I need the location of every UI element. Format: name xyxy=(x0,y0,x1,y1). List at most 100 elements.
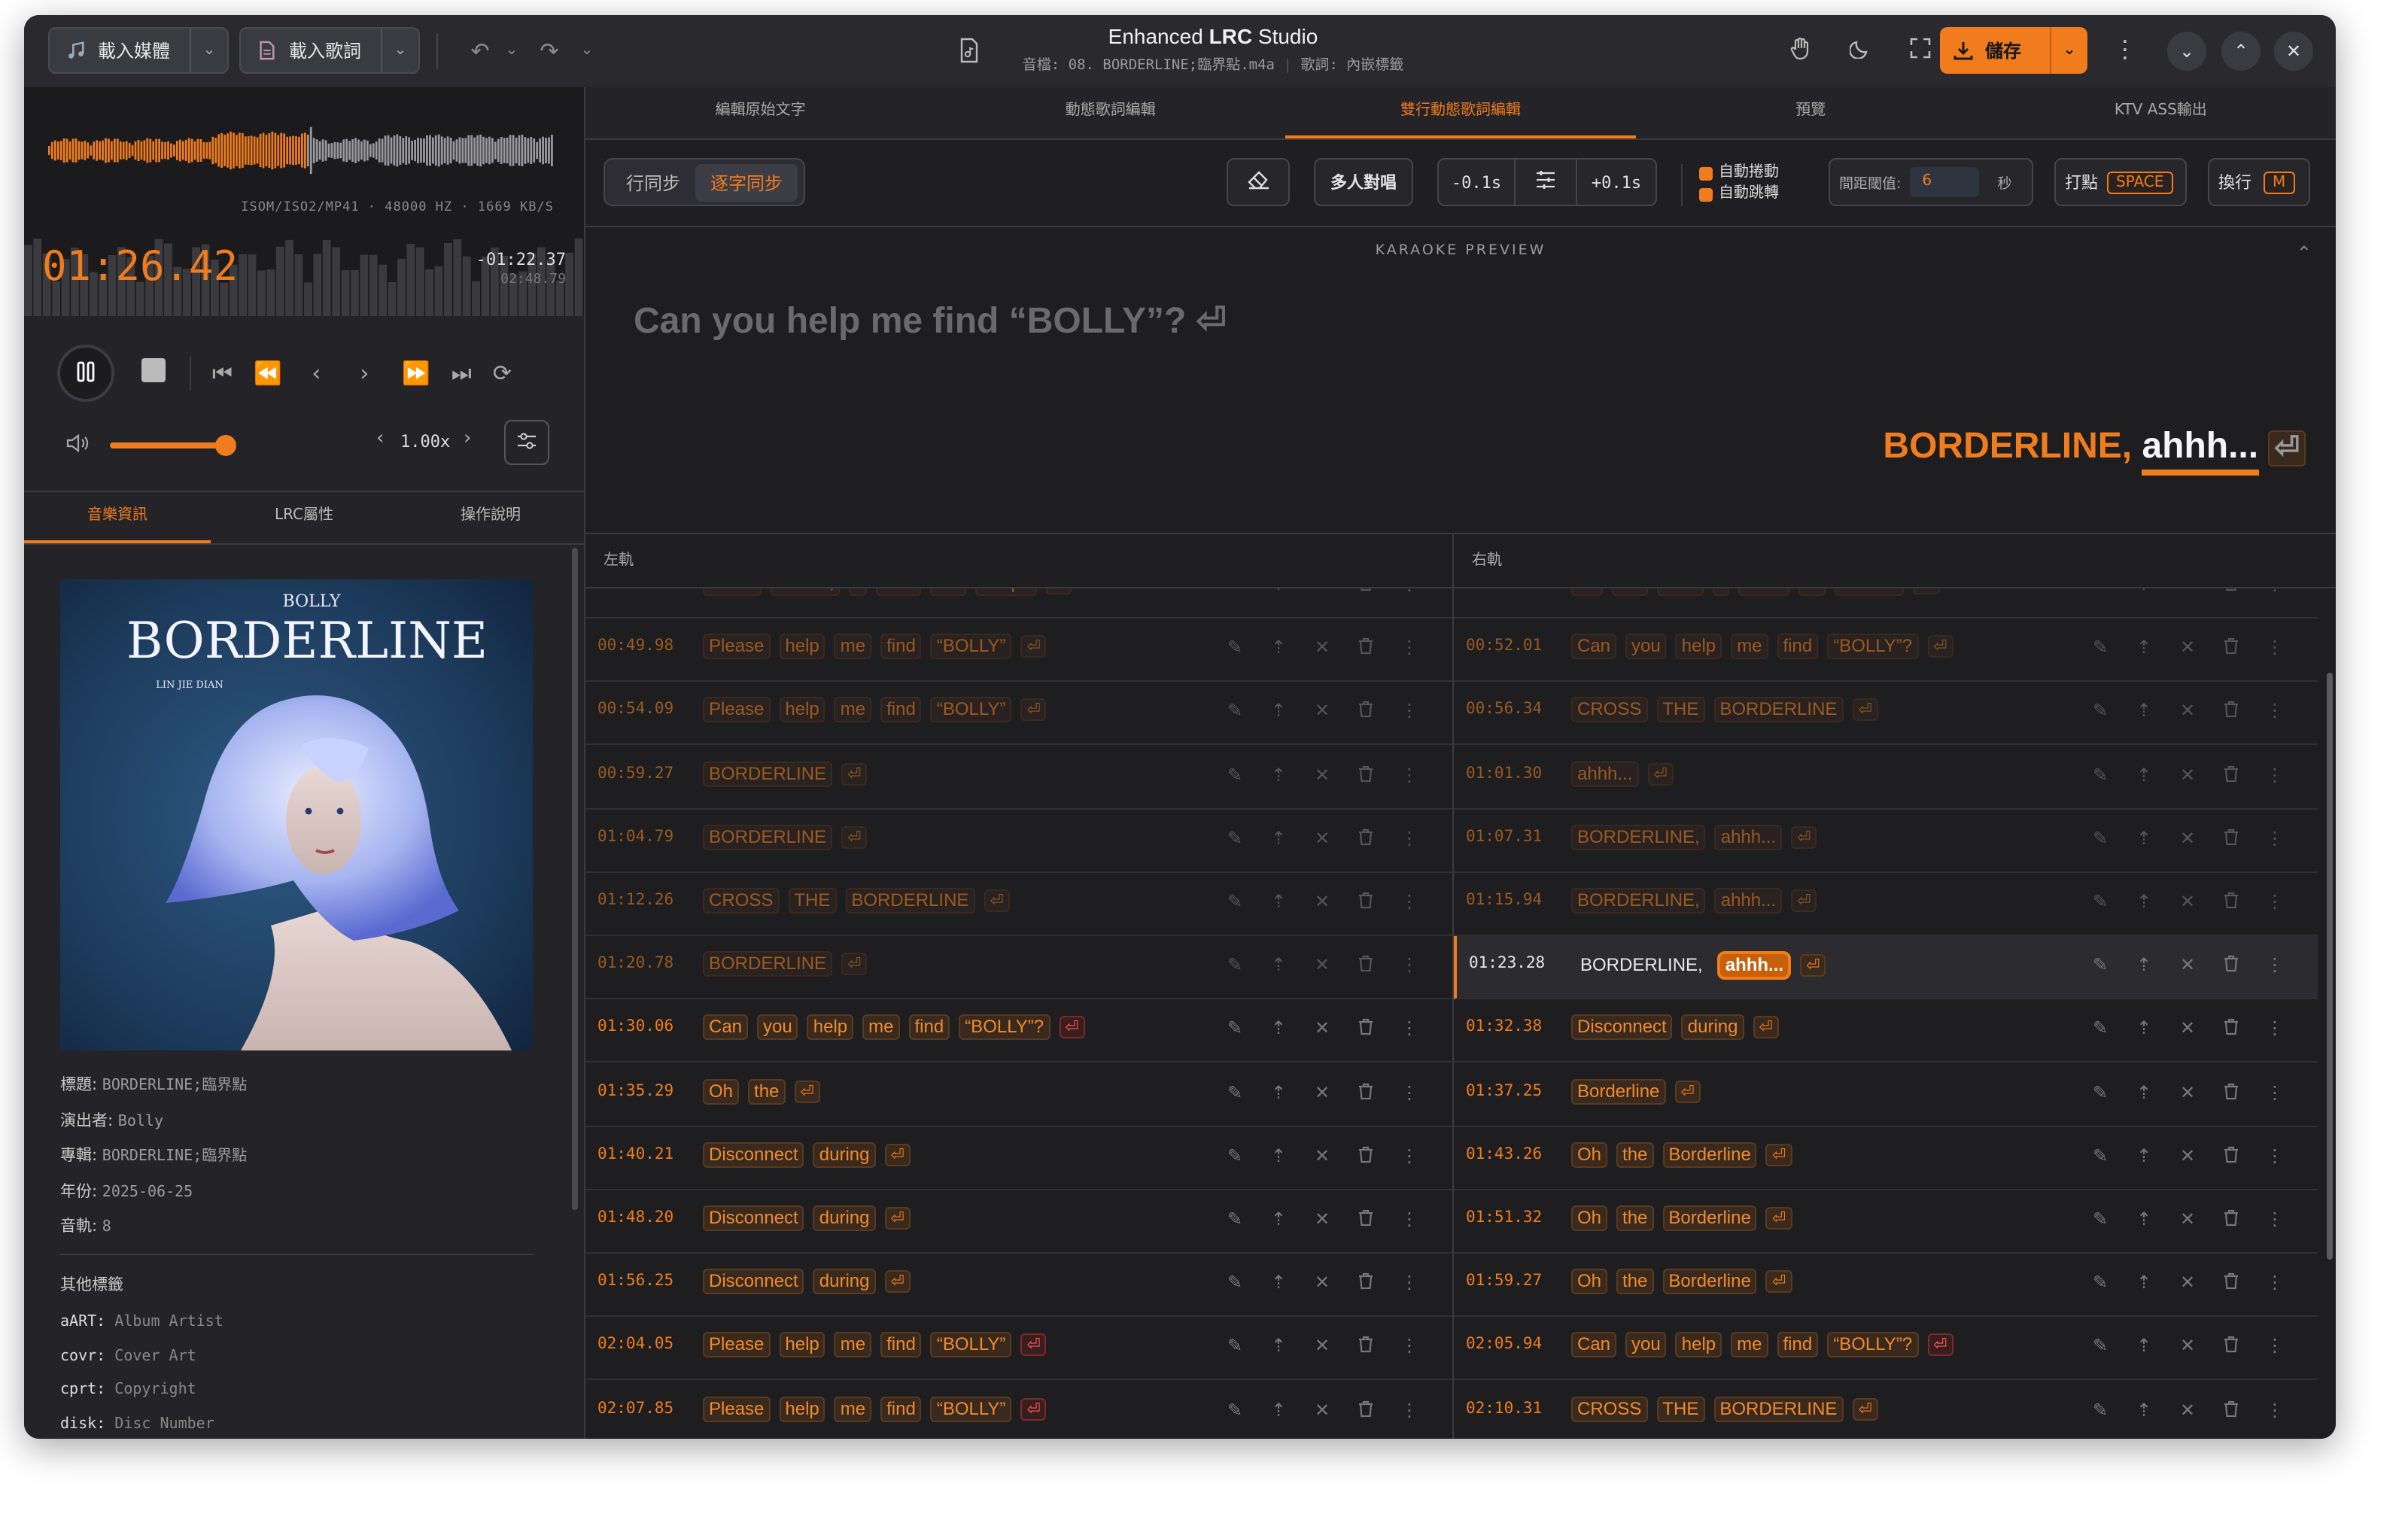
more-vertical-icon[interactable]: ⋮ xyxy=(1388,1081,1431,1104)
trash-icon[interactable] xyxy=(1344,637,1388,659)
upload-icon[interactable]: ⇡ xyxy=(2122,637,2166,659)
word-sync-option[interactable]: 逐字同步 xyxy=(695,163,798,201)
word-chip[interactable]: I xyxy=(849,588,867,596)
chevron-left-icon[interactable]: ‹ xyxy=(312,360,321,387)
upload-icon[interactable]: ⇡ xyxy=(1257,1399,1300,1421)
upload-icon[interactable]: ⇡ xyxy=(2122,1145,2166,1168)
table-row[interactable]: 01:59.27 Oh the Borderline ⏎ ✎ ⇡ ✕ ⋮ xyxy=(1454,1254,2318,1318)
table-row[interactable]: 01:01.30 ahhh... ⏎ ✎ ⇡ ✕ ⋮ xyxy=(1454,746,2318,810)
trash-icon[interactable] xyxy=(1344,764,1388,786)
pencil-icon[interactable]: ✎ xyxy=(1213,637,1257,659)
line-timestamp[interactable]: 01:51.32 xyxy=(1466,1208,1542,1227)
line-timestamp[interactable]: 01:12.26 xyxy=(597,891,673,909)
return-icon[interactable]: ⏎ xyxy=(1791,889,1817,912)
close-icon[interactable]: ✕ xyxy=(1300,701,1344,723)
chevron-up-icon[interactable]: ⌃ xyxy=(2297,242,2312,263)
trash-icon[interactable] xyxy=(1344,588,1388,596)
word-chip[interactable]: find xyxy=(880,697,922,723)
line-timestamp[interactable]: 00:45.50 xyxy=(1466,588,1542,591)
left-scrollbar[interactable] xyxy=(572,548,578,1210)
table-row[interactable]: 01:40.21 Disconnect during ⏎ ✎ ⇡ ✕ ⋮ xyxy=(585,1127,1452,1190)
more-vertical-icon[interactable]: ⋮ xyxy=(2253,637,2297,659)
trash-icon[interactable] xyxy=(2209,1208,2253,1231)
word-chip[interactable]: BORDERLINE xyxy=(845,888,975,914)
word-chip[interactable]: me xyxy=(1731,1332,1768,1358)
return-icon[interactable]: ⏎ xyxy=(1020,635,1047,658)
pencil-icon[interactable]: ✎ xyxy=(2078,1272,2122,1294)
line-timestamp[interactable]: 00:49.98 xyxy=(597,637,673,655)
table-row[interactable]: 02:10.31 CROSS THE BORDERLINE ⏎ ✎ ⇡ ✕ ⋮ xyxy=(1454,1381,2318,1439)
return-icon[interactable]: ⏎ xyxy=(1674,1080,1701,1103)
line-sync-option[interactable]: 行同步 xyxy=(611,163,695,201)
word-chip[interactable]: Disconnect xyxy=(703,1205,804,1231)
pencil-icon[interactable]: ✎ xyxy=(2078,1208,2122,1231)
chevron-left-icon[interactable]: ‹ xyxy=(376,427,384,450)
word-chip[interactable]: BORDERLINE, xyxy=(1571,888,1706,914)
table-row[interactable]: 01:51.32 Oh the Borderline ⏎ ✎ ⇡ ✕ ⋮ xyxy=(1454,1190,2318,1254)
word-chip[interactable]: ahhh... xyxy=(1717,951,1792,980)
more-vertical-icon[interactable]: ⋮ xyxy=(1388,764,1431,786)
close-button[interactable]: ✕ xyxy=(2274,32,2313,71)
auto-scroll-checkbox[interactable]: 自動捲動 xyxy=(1699,163,1779,184)
return-icon[interactable]: ⏎ xyxy=(1800,954,1826,977)
word-chip[interactable]: BORDERLINE, xyxy=(1574,953,1709,978)
chevron-down-icon[interactable]: ⌄ xyxy=(190,29,227,72)
word-chip[interactable]: Borderline xyxy=(1662,1142,1757,1168)
upload-icon[interactable]: ⇡ xyxy=(1257,828,1300,850)
undo-icon[interactable]: ↶ xyxy=(464,37,497,64)
upload-icon[interactable]: ⇡ xyxy=(1257,1336,1300,1358)
waveform[interactable]: ISOM/ISO2/MP41 · 48000 HZ · 1669 KB/S 01… xyxy=(24,87,584,316)
upload-icon[interactable]: ⇡ xyxy=(2122,701,2166,723)
upload-icon[interactable]: ⇡ xyxy=(1257,954,1300,977)
close-icon[interactable]: ✕ xyxy=(2166,1208,2209,1231)
return-icon[interactable]: ⏎ xyxy=(984,889,1010,912)
return-icon[interactable]: ⏎ xyxy=(1020,698,1047,722)
word-chip[interactable]: to xyxy=(1798,588,1826,596)
close-icon[interactable]: ✕ xyxy=(2166,637,2209,659)
line-timestamp[interactable]: 01:56.25 xyxy=(597,1272,673,1290)
word-chip[interactable]: lose xyxy=(875,588,921,596)
trash-icon[interactable] xyxy=(2209,1018,2253,1041)
word-chip[interactable]: “BOLLY” xyxy=(930,697,1012,723)
word-chip[interactable]: Oh xyxy=(1571,1269,1608,1295)
line-timestamp[interactable]: 02:05.94 xyxy=(1466,1336,1542,1354)
word-chip[interactable]: “BOLLY” xyxy=(930,1396,1012,1422)
line-timestamp[interactable]: 01:32.38 xyxy=(1466,1018,1542,1036)
word-chip[interactable]: me xyxy=(834,1396,872,1422)
more-vertical-icon[interactable]: ⋮ xyxy=(1388,954,1431,977)
word-chip[interactable]: “BOLLY”? xyxy=(1827,634,1919,660)
load-lyrics-button[interactable]: 載入歌詞 ⌄ xyxy=(239,27,420,74)
line-timestamp[interactable]: 00:56.34 xyxy=(1466,701,1542,719)
repeat-icon[interactable]: ⟳ xyxy=(493,360,512,387)
more-vertical-icon[interactable]: ⋮ xyxy=(2113,35,2137,63)
tap-key-setting[interactable]: 打點 SPACE xyxy=(2054,158,2187,206)
pencil-icon[interactable]: ✎ xyxy=(2078,1145,2122,1168)
upload-icon[interactable]: ⇡ xyxy=(2122,1336,2166,1358)
word-chip[interactable]: “BOLLY” xyxy=(930,1332,1012,1358)
upload-icon[interactable]: ⇡ xyxy=(1257,1145,1300,1168)
upload-icon[interactable]: ⇡ xyxy=(2122,828,2166,850)
word-chip[interactable]: THE xyxy=(788,888,837,914)
tracks-scrollbar[interactable] xyxy=(2327,673,2333,1260)
more-vertical-icon[interactable]: ⋮ xyxy=(1388,1018,1431,1041)
line-timestamp[interactable]: 00:52.01 xyxy=(1466,637,1542,655)
waveform-overview[interactable] xyxy=(24,99,584,208)
more-vertical-icon[interactable]: ⋮ xyxy=(2253,1145,2297,1168)
word-chip[interactable]: BORDERLINE xyxy=(1713,1396,1844,1422)
table-row[interactable]: 00:56.34 CROSS THE BORDERLINE ⏎ ✎ ⇡ ✕ ⋮ xyxy=(1454,682,2318,746)
more-vertical-icon[interactable]: ⋮ xyxy=(1388,1399,1431,1421)
save-button[interactable]: 儲存 ⌄ xyxy=(1940,27,2087,74)
line-timestamp[interactable]: 01:59.27 xyxy=(1466,1272,1542,1290)
word-chip[interactable]: the xyxy=(1616,1142,1654,1168)
upload-icon[interactable]: ⇡ xyxy=(2122,764,2166,786)
close-icon[interactable]: ✕ xyxy=(2166,1081,2209,1104)
word-chip[interactable]: you xyxy=(757,1014,798,1041)
table-row[interactable]: 02:07.85 Please help me find “BOLLY” ⏎ ✎ ⇡ ✕ ⋮ xyxy=(585,1381,1452,1439)
trash-icon[interactable] xyxy=(1344,891,1388,914)
trash-icon[interactable] xyxy=(1344,1399,1388,1421)
upload-icon[interactable]: ⇡ xyxy=(2122,1081,2166,1104)
upload-icon[interactable]: ⇡ xyxy=(1257,588,1300,596)
table-row[interactable]: 01:37.25 Borderline ⏎ ✎ ⇡ ✕ ⋮ xyxy=(1454,1063,2318,1127)
minus-offset-button[interactable]: -0.1s xyxy=(1439,172,1514,192)
word-chip[interactable]: find xyxy=(880,634,922,660)
